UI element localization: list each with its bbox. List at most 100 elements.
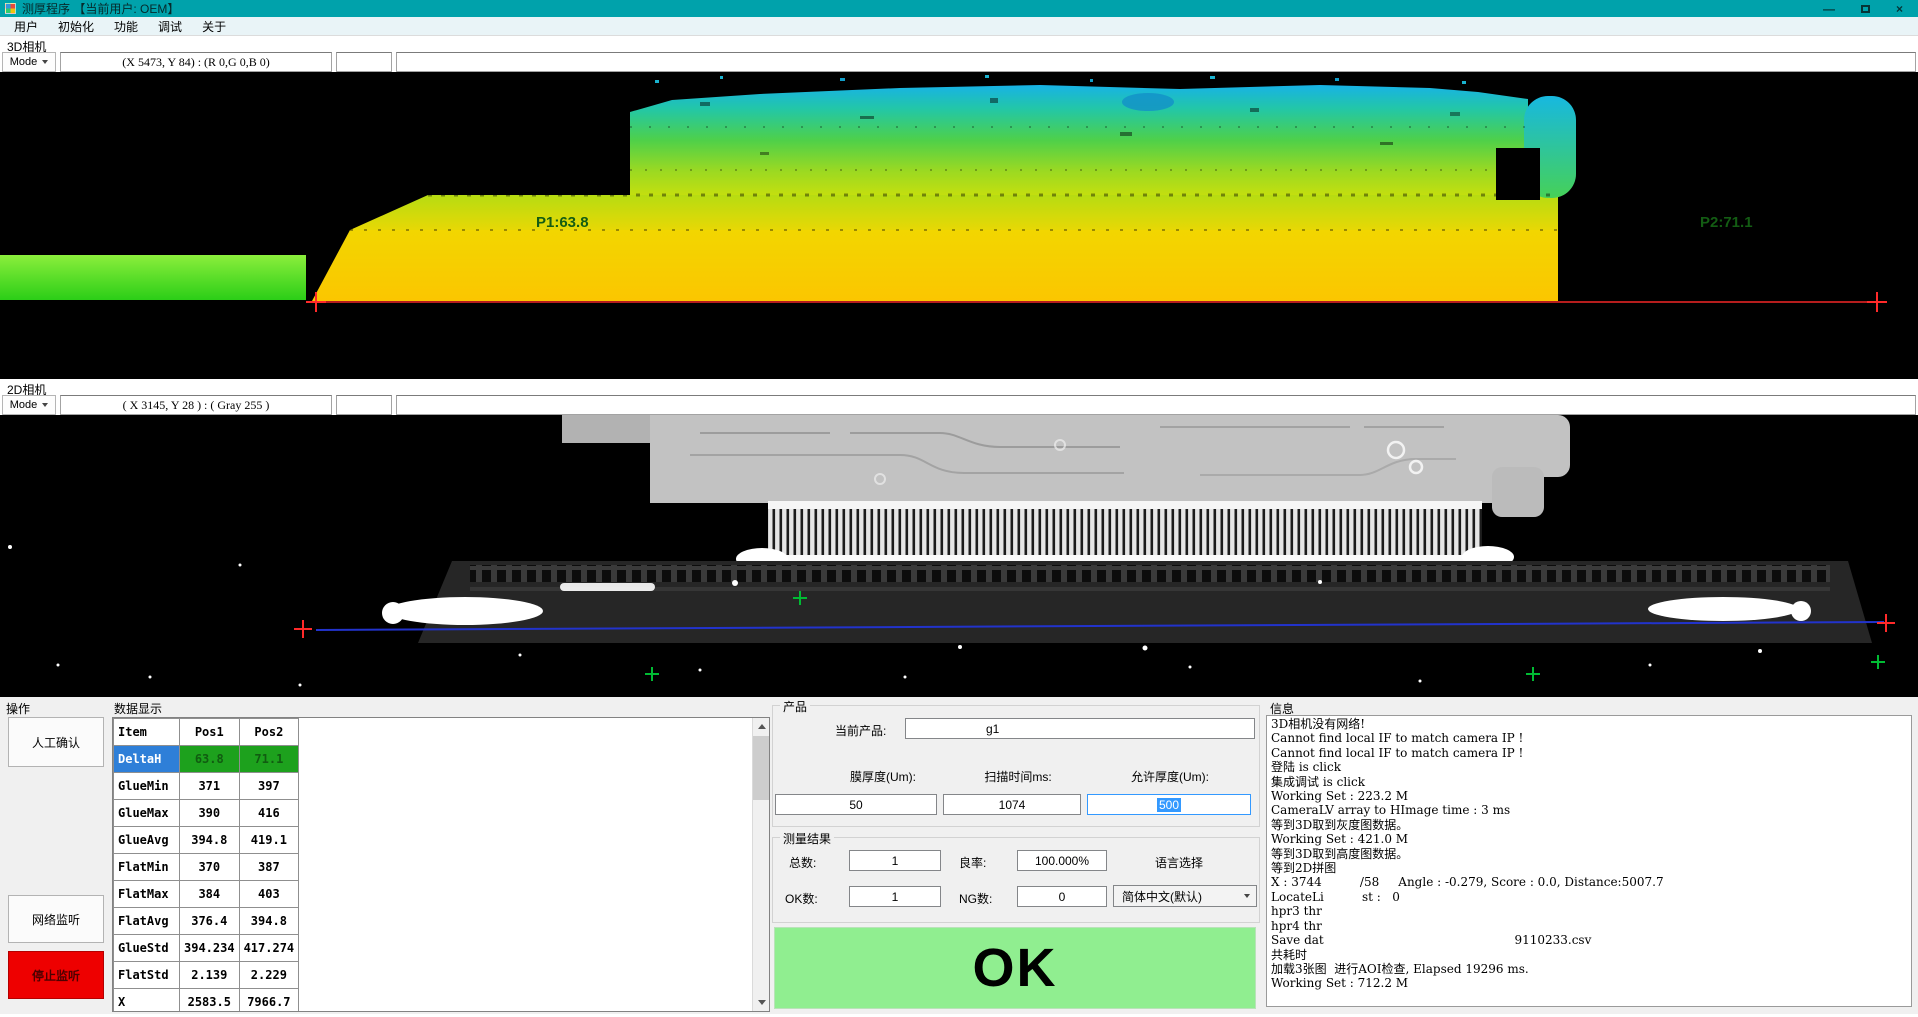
table-row[interactable]: FlatAvg 376.4 394.8 <box>114 908 299 935</box>
cell-pos1: 2583.5 <box>180 989 240 1013</box>
table-row[interactable]: FlatMin 370 387 <box>114 854 299 881</box>
log-line: 等到3D取到灰度图数据。 <box>1271 818 1907 832</box>
app-window: 测厚程序 【当前用户: OEM】 — × 用户 初始化 功能 调试 关于 3D相… <box>0 0 1918 1014</box>
cell-pos1: 390 <box>180 800 240 827</box>
chevron-down-icon <box>42 60 48 64</box>
cell-pos1: 394.234 <box>180 935 240 962</box>
log-line: Cannot find local IF to match camera IP … <box>1271 746 1907 760</box>
selected-text: 500 <box>1157 798 1181 812</box>
cell-pos1: 376.4 <box>180 908 240 935</box>
table-row[interactable]: GlueMin 371 397 <box>114 773 299 800</box>
title-bar: 测厚程序 【当前用户: OEM】 — × <box>0 0 1918 17</box>
camera2d-mode-button[interactable]: Mode <box>2 395 56 415</box>
ng-count-label: NG数: <box>959 890 992 907</box>
chevron-down-icon <box>1238 894 1256 898</box>
data-table-container: Item Pos1 Pos2 DeltaH 63.8 71.1 GlueMin … <box>112 717 770 1012</box>
cell-pos1: 394.8 <box>180 827 240 854</box>
current-product-input[interactable]: g1 <box>905 718 1255 739</box>
camera2d-mode-button-label: Mode <box>10 399 38 411</box>
network-listen-button[interactable]: 网络监听 <box>8 895 104 943</box>
ok-count-input[interactable]: 1 <box>849 886 941 907</box>
table-scrollbar[interactable] <box>752 718 769 1011</box>
log-line: Working Set : 223.2 M <box>1271 789 1907 803</box>
base-bar <box>382 561 1872 651</box>
bottom-panel: 操作 人工确认 网络监听 停止监听 数据显示 Item Pos1 Pos2 De… <box>0 697 1918 1014</box>
cell-pos1: 371 <box>180 773 240 800</box>
language-dropdown[interactable]: 简体中文(默认) <box>1113 885 1257 907</box>
table-row[interactable]: FlatMax 384 403 <box>114 881 299 908</box>
menu-init[interactable]: 初始化 <box>48 17 104 36</box>
log-line: X : 3744 /58 Angle : -0.279, Score : 0.0… <box>1271 875 1907 889</box>
menu-debug[interactable]: 调试 <box>148 17 192 36</box>
log-line: 共耗时 <box>1271 948 1907 962</box>
col-pos2: Pos2 <box>239 719 299 746</box>
total-label: 总数: <box>789 854 816 871</box>
log-line: 登陆 is click <box>1271 760 1907 774</box>
language-select-label: 语言选择 <box>1155 854 1203 871</box>
current-product-label: 当前产品: <box>835 722 886 739</box>
data-display-title: 数据显示 <box>114 700 162 717</box>
scan-time-label: 扫描时间ms: <box>948 768 1088 785</box>
log-line: Save dat 9110233.csv <box>1271 933 1907 947</box>
ok-count-label: OK数: <box>785 890 818 907</box>
table-row[interactable]: GlueStd 394.234 417.274 <box>114 935 299 962</box>
camera3d-mode-button[interactable]: Mode <box>2 52 56 72</box>
minimize-icon[interactable]: — <box>1823 3 1835 15</box>
menu-function[interactable]: 功能 <box>104 17 148 36</box>
log-line: Cannot find local IF to match camera IP … <box>1271 731 1907 745</box>
film-thickness-input[interactable]: 50 <box>775 794 937 815</box>
stop-listen-button[interactable]: 停止监听 <box>8 951 104 999</box>
cell-pos1: 384 <box>180 881 240 908</box>
manual-confirm-button[interactable]: 人工确认 <box>8 717 104 767</box>
log-area[interactable]: 3D相机没有网络! Cannot find local IF to match … <box>1266 715 1912 1007</box>
scroll-down-icon[interactable] <box>753 994 770 1011</box>
product-panel: 产品 当前产品: g1 膜厚度(Um): 扫描时间ms: 允许厚度(Um): 5… <box>772 697 1262 1014</box>
allow-thickness-input[interactable]: 500 <box>1087 794 1251 815</box>
p2-measure-label: P2:71.1 <box>1700 214 1753 231</box>
scan-time-input[interactable]: 1074 <box>943 794 1081 815</box>
cell-item: FlatAvg <box>114 908 180 935</box>
camera2d-viewport[interactable] <box>0 415 1918 697</box>
table-header-row: Item Pos1 Pos2 <box>114 719 299 746</box>
window-title: 测厚程序 【当前用户: OEM】 <box>22 0 179 17</box>
restore-icon[interactable] <box>1861 5 1870 13</box>
3d-heightmap-image: P1:63.8 P2:71.1 <box>0 72 1918 379</box>
camera3d-mode-button-label: Mode <box>10 56 38 68</box>
table-row[interactable]: FlatStd 2.139 2.229 <box>114 962 299 989</box>
table-row[interactable]: GlueAvg 394.8 419.1 <box>114 827 299 854</box>
table-row[interactable]: GlueMax 390 416 <box>114 800 299 827</box>
language-dropdown-value: 简体中文(默认) <box>1114 888 1238 905</box>
menu-bar: 用户 初始化 功能 调试 关于 <box>0 17 1918 36</box>
log-line: 等到3D取到高度图数据。 <box>1271 847 1907 861</box>
camera2d-pixel-status: ( X 3145, Y 28 ) : ( Gray 255 ) <box>60 395 332 415</box>
cell-pos2: 416 <box>239 800 299 827</box>
results-groupbox: 测量结果 总数: 1 良率: 100.000% 语言选择 OK数: 1 NG数:… <box>772 837 1260 923</box>
log-line: hpr4 thr <box>1271 919 1907 933</box>
scrollbar-thumb[interactable] <box>753 736 770 800</box>
result-status-banner: OK <box>774 927 1256 1009</box>
ng-count-input[interactable]: 0 <box>1017 886 1107 907</box>
menu-about[interactable]: 关于 <box>192 17 236 36</box>
product-title: 产品 <box>780 698 810 715</box>
close-icon[interactable]: × <box>1896 3 1903 15</box>
camera3d-viewport[interactable]: P1:63.8 P2:71.1 <box>0 72 1918 379</box>
menu-user[interactable]: 用户 <box>4 17 48 36</box>
cell-pos2: 419.1 <box>239 827 299 854</box>
cell-item: FlatMax <box>114 881 180 908</box>
chevron-down-icon <box>42 403 48 407</box>
app-icon <box>5 3 16 14</box>
yield-input[interactable]: 100.000% <box>1017 850 1107 871</box>
cell-item: GlueAvg <box>114 827 180 854</box>
2d-grayscale-image <box>0 415 1918 697</box>
cell-pos2: 71.1 <box>239 746 299 773</box>
log-line: 集成调试 is click <box>1271 775 1907 789</box>
col-pos1: Pos1 <box>180 719 240 746</box>
total-input[interactable]: 1 <box>849 850 941 871</box>
cell-pos1: 370 <box>180 854 240 881</box>
table-row[interactable]: X 2583.5 7966.7 <box>114 989 299 1013</box>
log-line: LocateLi st : 0 <box>1271 890 1907 904</box>
scroll-up-icon[interactable] <box>753 718 770 735</box>
table-row[interactable]: DeltaH 63.8 71.1 <box>114 746 299 773</box>
log-line: 等到2D拼图 <box>1271 861 1907 875</box>
cell-pos2: 397 <box>239 773 299 800</box>
